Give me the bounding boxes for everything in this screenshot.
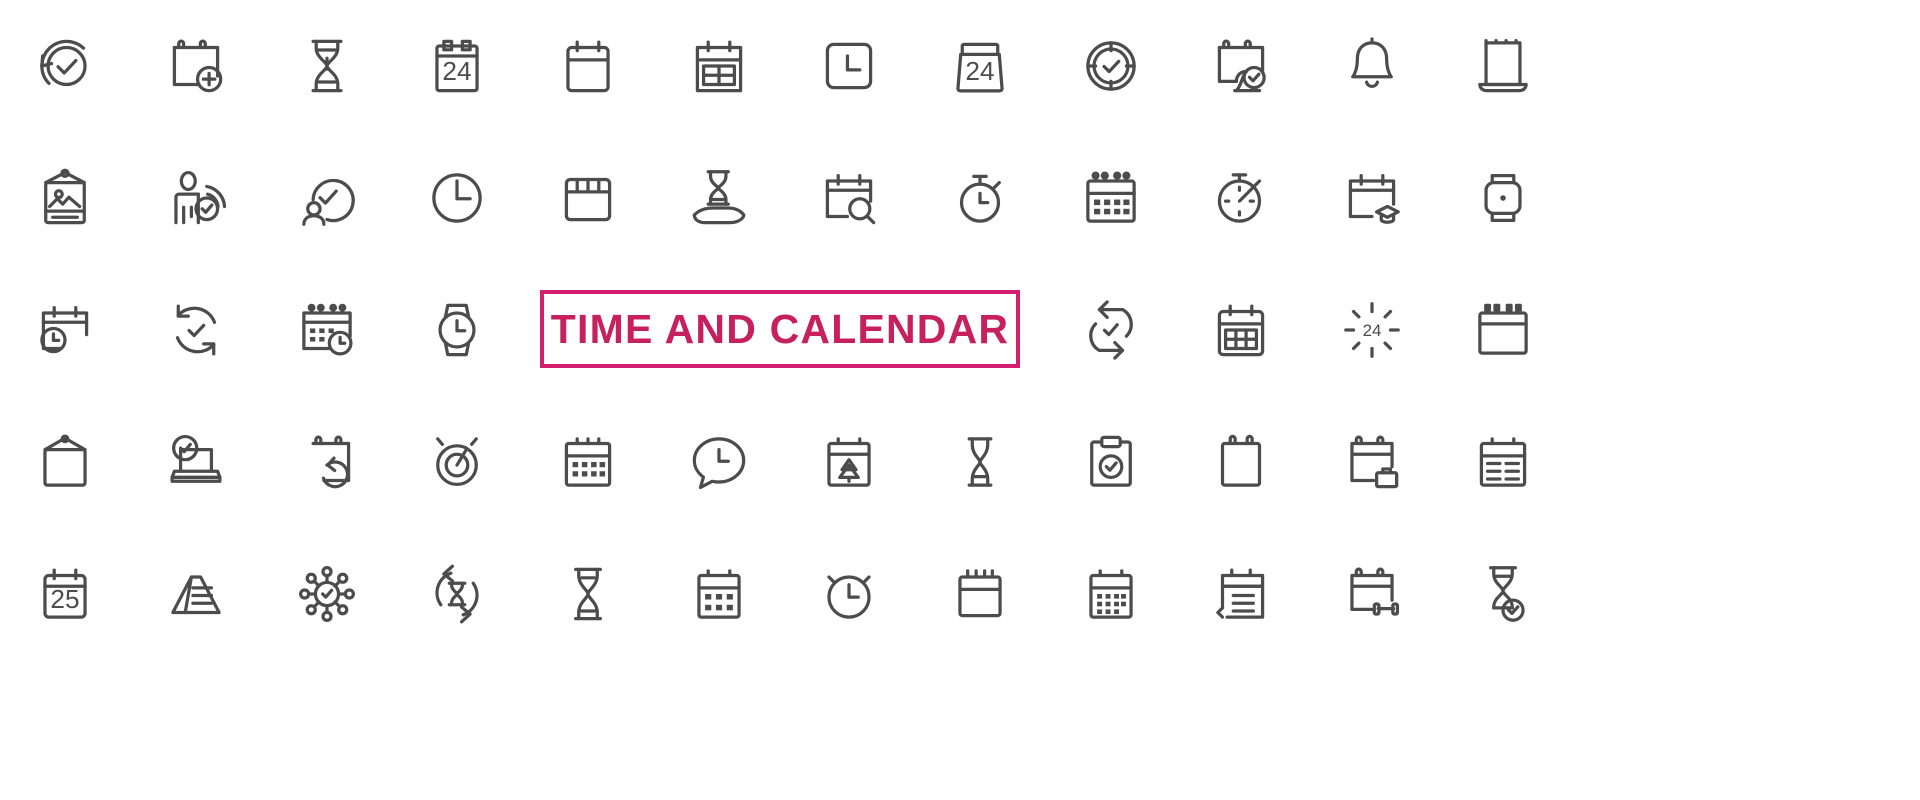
tent-card-icon[interactable] [131, 528, 262, 660]
arrows-exchange-check-icon[interactable] [1045, 264, 1176, 396]
calendar-torn-icon[interactable] [1437, 0, 1568, 132]
calendar-briefcase-icon[interactable] [1307, 396, 1438, 528]
clock-round-check-icon[interactable] [1045, 0, 1176, 132]
calendar-graduation-icon[interactable] [1307, 132, 1438, 264]
calendar-24-box-icon[interactable]: 24 [915, 0, 1046, 132]
hourglass-check-icon[interactable] [1437, 528, 1568, 660]
calendar-25-text: 25 [51, 584, 80, 614]
page-title: TIME AND CALENDAR [550, 305, 1010, 352]
timer-icon[interactable] [1176, 132, 1307, 264]
calendar-24-icon[interactable]: 24 [392, 0, 523, 132]
chat-clock-icon[interactable] [653, 396, 784, 528]
calendar-table-icon[interactable] [1437, 396, 1568, 528]
calendar-top-blank-icon[interactable] [915, 528, 1046, 660]
person-clock-check-icon[interactable] [261, 132, 392, 264]
calendar-dots-icon[interactable] [653, 528, 784, 660]
alarm-dial-icon[interactable] [392, 396, 523, 528]
calendar-grid-icon[interactable] [653, 0, 784, 132]
stopwatch-icon[interactable] [915, 132, 1046, 264]
hourglass-classic-icon[interactable] [523, 528, 654, 660]
network-check-icon[interactable] [261, 528, 392, 660]
smartwatch-icon[interactable] [1437, 132, 1568, 264]
sunburst-24-icon[interactable]: 24 [1307, 264, 1438, 396]
stopwatch-clock-icon[interactable] [784, 528, 915, 660]
person-presentation-check-icon[interactable] [131, 132, 262, 264]
title-banner: TIME AND CALENDAR [540, 290, 1020, 368]
hourglass-refresh-icon[interactable] [392, 528, 523, 660]
calendar-page-check-icon[interactable] [1176, 0, 1307, 132]
refresh-check-icon[interactable] [131, 264, 262, 396]
hourglass-slim-icon[interactable] [915, 396, 1046, 528]
calendar-header-blank-icon[interactable] [523, 132, 654, 264]
calendar-clock-icon[interactable] [0, 264, 131, 396]
notepad-icon[interactable] [1176, 396, 1307, 528]
calendar-24-box-text: 24 [965, 56, 994, 86]
clipboard-check-icon[interactable] [1045, 396, 1176, 528]
hourglass-icon[interactable] [261, 0, 392, 132]
calendar-refresh-icon[interactable] [261, 396, 392, 528]
calendar-grid-month-icon[interactable] [1176, 264, 1307, 396]
clock-check-refresh-icon[interactable] [0, 0, 131, 132]
clock-square-icon[interactable] [784, 0, 915, 132]
calendar-dumbbell-icon[interactable] [1307, 528, 1438, 660]
calendar-spiral-blank-icon[interactable] [1437, 264, 1568, 396]
watch-icon[interactable] [392, 264, 523, 396]
calendar-24-text: 24 [443, 56, 472, 86]
calendar-blank-icon[interactable] [523, 0, 654, 132]
board-hanging-blank-icon[interactable] [0, 396, 131, 528]
sunburst-24-text: 24 [1363, 321, 1382, 340]
hanging-board-photo-icon[interactable] [0, 132, 131, 264]
calendar-search-icon[interactable] [784, 132, 915, 264]
calendar-dot-rows-icon[interactable] [1045, 528, 1176, 660]
calendar-schedule-clock-icon[interactable] [261, 264, 392, 396]
calendar-add-icon[interactable] [131, 0, 262, 132]
hand-hourglass-icon[interactable] [653, 132, 784, 264]
calendar-25-icon[interactable]: 25 [0, 528, 131, 660]
icon-set-poster: 24 24 24 25 TIME AND CALENDAR [0, 0, 1920, 800]
calendar-spiral-grid-icon[interactable] [1045, 132, 1176, 264]
calendar-lines-icon[interactable] [1176, 528, 1307, 660]
bell-icon[interactable] [1307, 0, 1438, 132]
calendar-dots-grid-icon[interactable] [523, 396, 654, 528]
clock-simple-icon[interactable] [392, 132, 523, 264]
laptop-check-icon[interactable] [131, 396, 262, 528]
calendar-christmas-icon[interactable] [784, 396, 915, 528]
